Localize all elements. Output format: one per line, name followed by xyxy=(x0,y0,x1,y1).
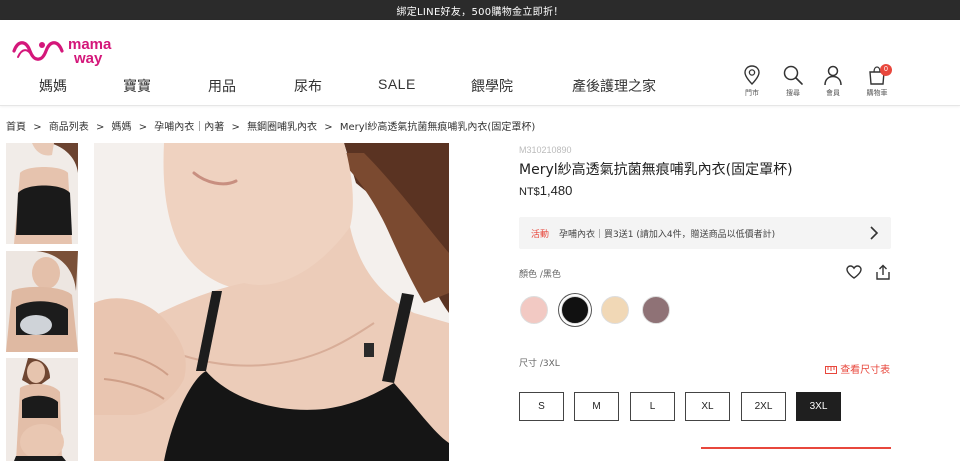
color-swatch-black[interactable] xyxy=(561,296,589,324)
size-option-2xl[interactable]: 2XL xyxy=(741,392,786,421)
thumbnail-3[interactable] xyxy=(6,358,78,461)
cart-button[interactable]: 0 購物車 xyxy=(857,64,897,100)
size-option-m[interactable]: M xyxy=(574,392,619,421)
product-photo xyxy=(94,143,449,461)
nav-item-baby[interactable]: 寶寶 xyxy=(123,76,151,96)
cart-count-badge: 0 xyxy=(880,64,892,76)
breadcrumb-home[interactable]: 首頁 xyxy=(6,122,26,133)
nav-item-diapers[interactable]: 尿布 xyxy=(294,76,322,96)
location-pin-icon xyxy=(744,65,760,85)
breadcrumb-separator: > xyxy=(95,122,105,133)
size-option-xl[interactable]: XL xyxy=(685,392,730,421)
thumbnail-2[interactable] xyxy=(6,251,78,352)
announcement-text[interactable]: 綁定LINE好友，500購物金立即折！ xyxy=(396,3,563,18)
size-option-s[interactable]: S xyxy=(519,392,564,421)
price-amount: 1,480 xyxy=(539,183,573,198)
ruler-icon xyxy=(825,366,837,374)
main-product-image[interactable] xyxy=(94,143,449,461)
color-swatch-beige[interactable] xyxy=(601,296,629,324)
store-label: 門市 xyxy=(745,89,759,97)
thumbnail-image-front xyxy=(6,143,78,244)
store-button[interactable]: 門市 xyxy=(732,64,772,100)
nav-item-postpartum-care[interactable]: 產後護理之家 xyxy=(572,76,656,96)
nav-item-feeding-academy[interactable]: 餵學院 xyxy=(471,76,513,96)
promo-tag: 活動 xyxy=(531,229,550,240)
product-sku: M310210890 xyxy=(519,145,572,155)
nav-item-sale[interactable]: SALE xyxy=(378,76,416,92)
breadcrumb-separator: > xyxy=(231,122,240,133)
size-label: 尺寸 /3XL xyxy=(519,359,560,369)
nav-item-mom[interactable]: 媽媽 xyxy=(39,76,67,96)
color-swatch-pink[interactable] xyxy=(520,296,548,324)
size-chart-link[interactable]: 查看尺寸表 xyxy=(825,361,890,376)
user-icon xyxy=(824,65,842,86)
thumbnail-image-nursing xyxy=(6,251,78,352)
product-price: NT$1,480 xyxy=(519,183,572,198)
breadcrumb-mom[interactable]: 媽媽 xyxy=(112,122,132,133)
size-chart-label: 查看尺寸表 xyxy=(840,365,891,376)
thumbnail-image-pregnant xyxy=(6,358,78,461)
breadcrumb-current-product: Meryl紗高透氣抗菌無痕哺乳內衣(固定罩杯) xyxy=(339,122,536,133)
search-label: 搜尋 xyxy=(786,89,800,97)
share-icon[interactable] xyxy=(875,264,891,280)
color-swatch-mauve[interactable] xyxy=(642,296,670,324)
breadcrumb-product-list[interactable]: 商品列表 xyxy=(49,122,89,133)
chevron-right-icon xyxy=(870,226,879,240)
heart-icon[interactable] xyxy=(846,265,862,279)
product-title: Meryl紗高透氣抗菌無痕哺乳內衣(固定罩杯) xyxy=(519,162,793,178)
promotion-banner[interactable]: 活動 孕哺內衣｜買3送1 (請加入4件，贈送商品以低價者計) xyxy=(519,217,891,249)
member-button[interactable]: 會員 xyxy=(813,64,853,100)
member-label: 會員 xyxy=(826,89,840,97)
add-to-cart-button-edge[interactable] xyxy=(701,447,891,449)
cart-label: 購物車 xyxy=(866,89,888,97)
search-icon xyxy=(783,65,803,85)
brand-logo[interactable]: mama way xyxy=(12,34,132,68)
thumbnail-1[interactable] xyxy=(6,143,78,244)
breadcrumb-separator: > xyxy=(33,122,42,133)
breadcrumb-maternity-underwear[interactable]: 孕哺內衣｜內著 xyxy=(154,122,224,133)
breadcrumb-separator: > xyxy=(138,122,148,133)
promo-text: 孕哺內衣｜買3送1 (請加入4件，贈送商品以低價者計) xyxy=(559,229,776,240)
announcement-bar[interactable]: 綁定LINE好友，500購物金立即折！ xyxy=(0,0,960,20)
price-currency: NT$ xyxy=(519,186,540,198)
site-header: mama way 媽媽 寶寶 用品 尿布 SALE 餵學院 產後護理之家 門市 … xyxy=(0,20,960,106)
breadcrumb-wireless-nursing-bra[interactable]: 無鋼圈哺乳內衣 xyxy=(247,122,317,133)
color-label: 顏色 /黑色 xyxy=(519,270,561,280)
nav-item-goods[interactable]: 用品 xyxy=(208,76,236,96)
search-button[interactable]: 搜尋 xyxy=(773,64,813,100)
logo-word-2: way xyxy=(73,50,103,67)
breadcrumb-separator: > xyxy=(324,122,333,133)
breadcrumb: 首頁 > 商品列表 > 媽媽 > 孕哺內衣｜內著 > 無鋼圈哺乳內衣 > Mer… xyxy=(6,118,539,133)
size-option-3xl[interactable]: 3XL xyxy=(796,392,841,421)
logo-mark-icon: mama way xyxy=(12,36,112,67)
size-option-l[interactable]: L xyxy=(630,392,675,421)
